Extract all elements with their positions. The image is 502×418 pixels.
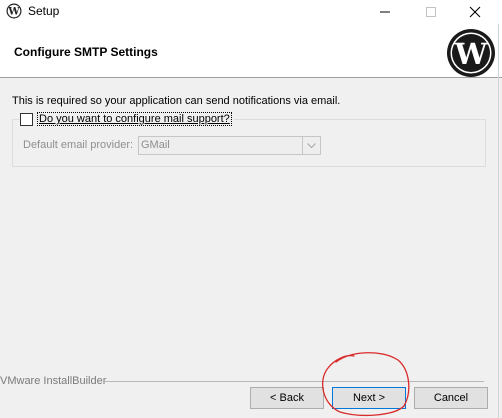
maximize-icon (426, 7, 436, 17)
provider-label: Default email provider: (23, 139, 134, 151)
mail-support-label[interactable]: Do you want to configure mail support? (37, 112, 232, 126)
minimize-button[interactable] (362, 0, 408, 24)
checkbox-box[interactable] (20, 112, 33, 126)
window-title: Setup (28, 4, 60, 18)
description-text: This is required so your application can… (12, 95, 341, 107)
mail-support-checkbox[interactable]: Do you want to configure mail support? (20, 111, 234, 127)
provider-value: GMail (141, 139, 170, 151)
cancel-button[interactable]: Cancel (414, 387, 488, 409)
header-divider (0, 77, 502, 78)
page-header: Configure SMTP Settings (0, 24, 502, 78)
close-icon (469, 6, 481, 18)
wordpress-icon: W (6, 3, 22, 19)
provider-select[interactable]: GMail (138, 136, 321, 155)
footer-divider (104, 381, 484, 382)
next-button[interactable]: Next > (332, 387, 406, 409)
close-button[interactable] (452, 0, 498, 24)
installer-brand: VMware InstallBuilder (0, 375, 107, 387)
right-border (498, 24, 499, 418)
svg-text:W: W (7, 7, 20, 18)
page-title: Configure SMTP Settings (14, 45, 158, 59)
svg-text:W: W (454, 37, 488, 71)
title-bar[interactable]: W Setup (0, 0, 502, 24)
maximize-button[interactable] (408, 0, 454, 24)
back-button[interactable]: < Back (250, 387, 324, 409)
setup-window: W Setup Configure SMTP Settings W This i… (0, 0, 502, 418)
wordpress-logo: W (447, 29, 495, 77)
minimize-icon (380, 11, 390, 13)
chevron-down-icon[interactable] (302, 137, 320, 154)
